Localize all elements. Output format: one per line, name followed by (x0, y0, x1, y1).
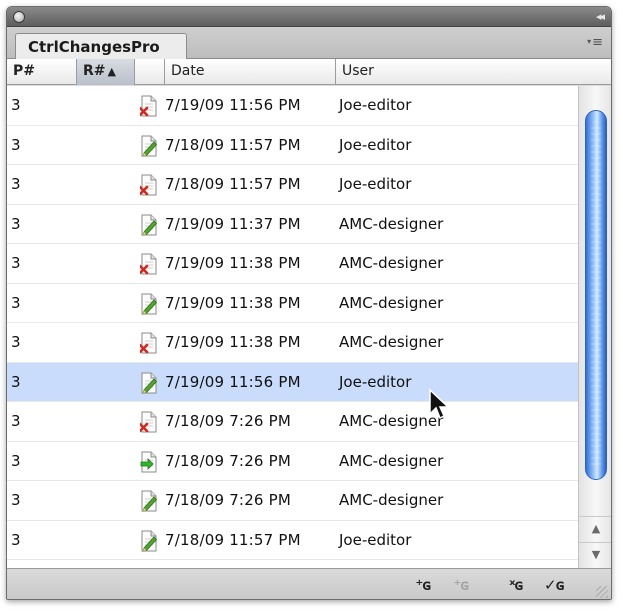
table-row[interactable]: 3 7/19/09 11:38 PM AMC-designer (7, 284, 578, 323)
vertical-scrollbar[interactable]: ▲ ▼ (578, 86, 611, 568)
edited-doc-icon (140, 135, 158, 157)
cell-date: 7/19/09 11:56 PM (165, 96, 301, 114)
cell-date: 7/18/09 11:57 PM (165, 135, 301, 154)
cell-page-number: 3 (11, 372, 21, 391)
cell-user: AMC-designer (339, 491, 444, 509)
cell-user: AMC-designer (339, 333, 444, 351)
close-button[interactable] (13, 11, 25, 23)
column-header-date[interactable]: Date (165, 59, 336, 85)
resize-grip-icon[interactable] (596, 586, 608, 598)
deleted-doc-icon (140, 411, 158, 433)
edited-doc-icon (140, 490, 158, 512)
edited-doc-icon (140, 530, 158, 552)
table-row[interactable]: 3 7/19/09 11:56 PM Joe-editor (7, 362, 578, 402)
approve-change-button[interactable]: ✓ɢ (540, 574, 568, 596)
deleted-doc-icon (140, 332, 158, 354)
changes-list: 3 7/19/09 11:56 PM Joe-editor 3 7/18/09 11:5… (7, 86, 578, 568)
table-row[interactable]: 3 7/19/09 11:56 PM Joe-editor (7, 86, 578, 126)
accept-change-button[interactable]: ⁺ɢ (409, 574, 437, 596)
cell-user: AMC-designer (339, 412, 444, 430)
scrollbar-thumb[interactable] (585, 110, 607, 480)
panel-footer: ⁺ɢ ⁺ɢ ˣɢ ✓ɢ (7, 568, 611, 599)
column-header-status[interactable] (135, 59, 165, 85)
edited-doc-icon (140, 214, 158, 236)
cell-page-number: 3 (11, 491, 21, 509)
edited-doc-icon (140, 372, 158, 394)
cell-user: AMC-designer (339, 293, 444, 312)
scroll-up-icon[interactable]: ▲ (579, 516, 611, 540)
cell-page-number: 3 (11, 293, 21, 312)
cell-date: 7/19/09 11:38 PM (165, 333, 301, 351)
cell-date: 7/19/09 11:56 PM (165, 372, 301, 391)
table-row[interactable]: 3 7/18/09 11:57 PM Joe-editor (7, 521, 578, 560)
deleted-doc-icon (140, 174, 158, 196)
cell-date: 7/18/09 11:57 PM (165, 175, 301, 193)
cell-user: Joe-editor (339, 530, 412, 549)
edited-doc-icon (140, 293, 158, 315)
cell-date: 7/18/09 11:57 PM (165, 530, 301, 549)
cell-page-number: 3 (11, 412, 21, 430)
tab-bar: CtrlChangesPro ▾≡ (7, 27, 611, 60)
cell-page-number: 3 (11, 333, 21, 351)
ctrlchanges-panel: ◂◂ CtrlChangesPro ▾≡ P# R# ▲ Date User 37… (6, 6, 612, 600)
cell-page-number: 3 (11, 254, 21, 272)
collapse-icon[interactable]: ◂◂ (596, 9, 605, 25)
column-header-r[interactable]: R# ▲ (77, 59, 135, 85)
sort-ascending-icon: ▲ (107, 65, 116, 78)
cell-date: 7/18/09 7:26 PM (165, 451, 292, 470)
table-row[interactable]: 3 7/19/09 11:38 PM AMC-designer (7, 244, 578, 284)
column-header-r-label: R# (83, 63, 106, 79)
cell-date: 7/19/09 11:38 PM (165, 254, 301, 272)
table-row[interactable]: 3 7/18/09 7:26 PM AMC-designer (7, 481, 578, 521)
moved-doc-icon (140, 451, 158, 473)
cell-user: Joe-editor (339, 96, 412, 114)
reject-change-button[interactable]: ˣɢ (502, 574, 530, 596)
table-row[interactable]: 3 7/19/09 11:37 PM AMC-designer (7, 205, 578, 244)
cell-date: 7/19/09 11:37 PM (165, 214, 301, 233)
table-row[interactable]: 3 7/18/09 7:26 PM AMC-designer (7, 442, 578, 481)
panel-titlebar[interactable]: ◂◂ (7, 7, 611, 27)
cell-user: Joe-editor (339, 135, 412, 154)
table-header: P# R# ▲ Date User (7, 59, 611, 85)
table-row[interactable]: 3 7/18/09 11:57 PM Joe-editor (7, 165, 578, 205)
menu-lines-icon: ≡ (592, 35, 603, 50)
column-header-p[interactable]: P# (7, 59, 77, 85)
cell-user: AMC-designer (339, 254, 444, 272)
cell-date: 7/18/09 7:26 PM (165, 412, 292, 430)
cell-date: 7/19/09 11:38 PM (165, 293, 301, 312)
cell-page-number: 3 (11, 175, 21, 193)
tab-ctrlchangespro[interactable]: CtrlChangesPro (15, 33, 187, 60)
cell-page-number: 3 (11, 530, 21, 549)
panel-menu-button[interactable]: ▾≡ (587, 35, 603, 50)
cell-user: Joe-editor (339, 175, 412, 193)
table-row[interactable]: 3 7/18/09 11:57 PM Joe-editor (7, 126, 578, 165)
cell-user: Joe-editor (339, 372, 412, 391)
table-row[interactable]: 3 7/19/09 11:38 PM AMC-designer (7, 323, 578, 363)
cell-page-number: 3 (11, 214, 21, 233)
cell-user: AMC-designer (339, 214, 444, 233)
menu-caret-icon: ▾ (587, 37, 592, 46)
deleted-doc-icon (140, 95, 158, 117)
cell-date: 7/18/09 7:26 PM (165, 491, 292, 509)
table-row[interactable]: 3 7/18/09 7:26 PM AMC-designer (7, 402, 578, 442)
column-header-user[interactable]: User (336, 59, 576, 85)
cell-page-number: 3 (11, 135, 21, 154)
accept-all-button[interactable]: ⁺ɢ (447, 574, 475, 596)
deleted-doc-icon (140, 253, 158, 275)
cell-page-number: 3 (11, 451, 21, 470)
cell-user: AMC-designer (339, 451, 444, 470)
scroll-down-icon[interactable]: ▼ (579, 542, 611, 566)
cell-page-number: 3 (11, 96, 21, 114)
